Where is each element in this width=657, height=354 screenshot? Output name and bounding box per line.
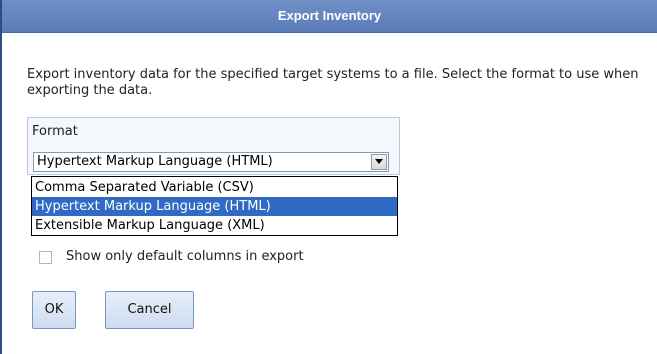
default-columns-label[interactable]: Show only default columns in export <box>66 249 304 265</box>
chevron-down-icon[interactable] <box>371 154 387 170</box>
format-dropdown-list: Comma Separated Variable (CSV) Hypertext… <box>31 176 398 236</box>
default-columns-checkbox[interactable] <box>39 251 52 264</box>
export-inventory-dialog: Export Inventory Export inventory data f… <box>0 0 657 354</box>
cancel-button[interactable]: Cancel <box>105 291 194 329</box>
format-option-csv[interactable]: Comma Separated Variable (CSV) <box>32 178 397 197</box>
format-select-value: Hypertext Markup Language (HTML) <box>37 154 273 169</box>
dialog-title: Export Inventory <box>2 0 657 33</box>
ok-button[interactable]: OK <box>32 291 76 329</box>
format-option-xml[interactable]: Extensible Markup Language (XML) <box>32 216 397 235</box>
format-label: Format <box>32 124 78 139</box>
dialog-description: Export inventory data for the specified … <box>27 67 639 98</box>
format-select[interactable]: Hypertext Markup Language (HTML) <box>33 152 389 172</box>
format-option-html[interactable]: Hypertext Markup Language (HTML) <box>32 197 397 216</box>
format-group: Format Hypertext Markup Language (HTML) <box>27 117 400 175</box>
